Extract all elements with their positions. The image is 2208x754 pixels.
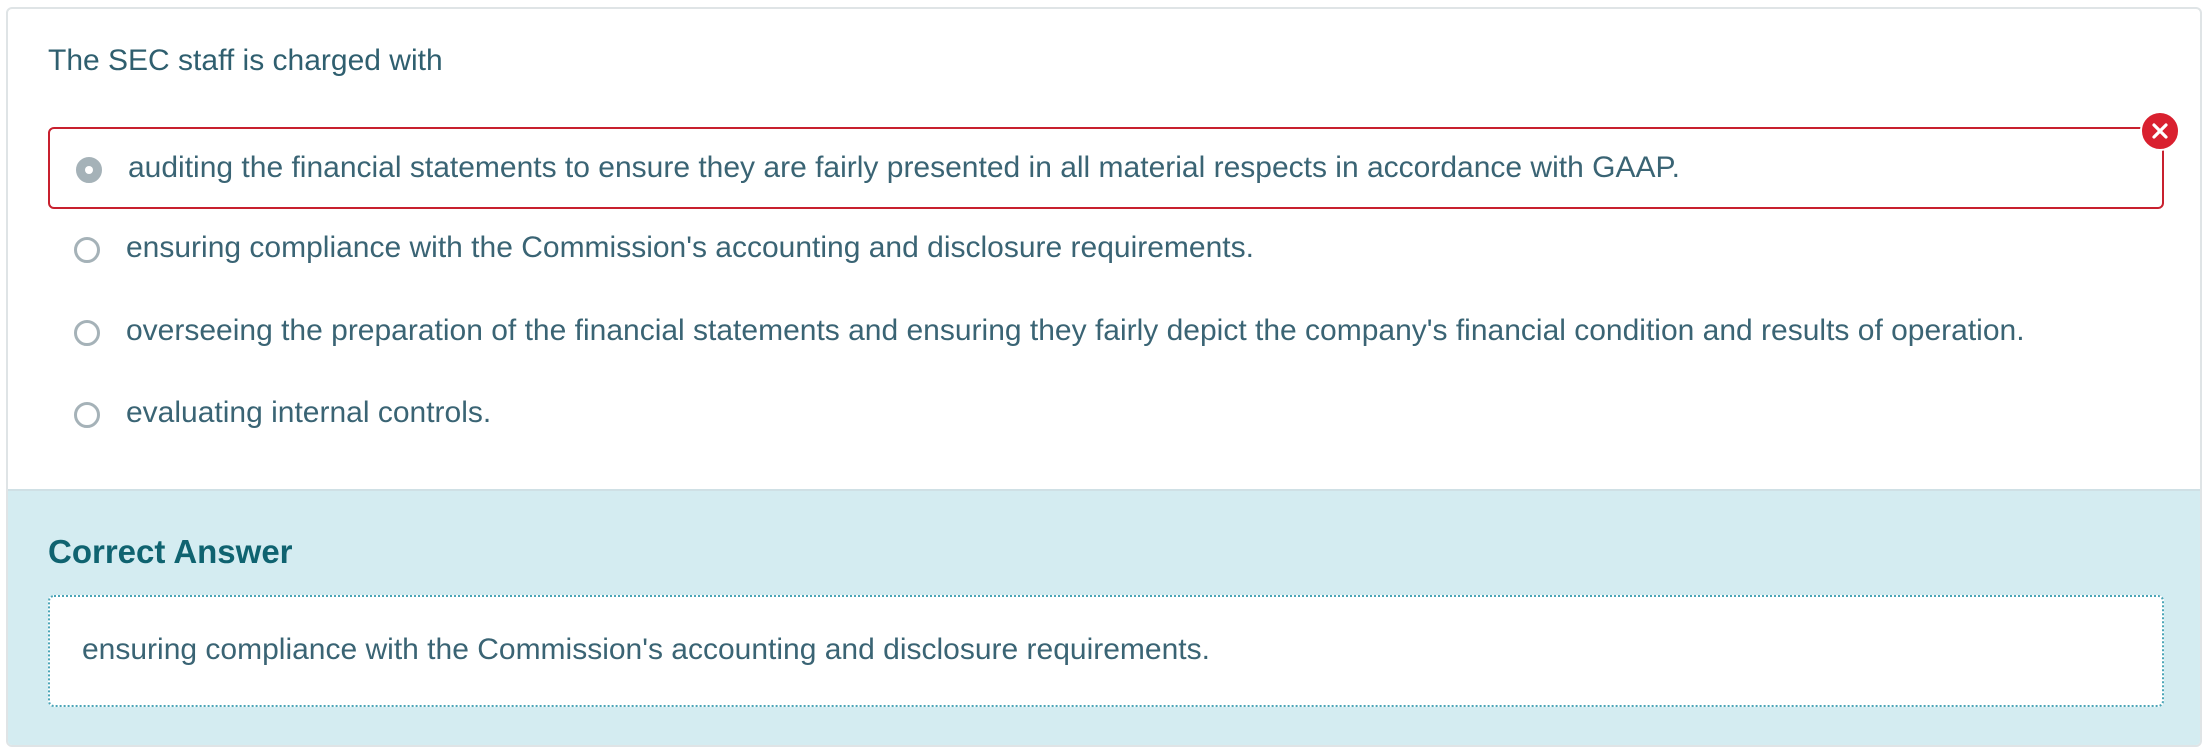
correct-answer-panel: Correct Answer ensuring compliance with …	[8, 489, 2200, 745]
question-prompt: The SEC staff is charged with	[48, 44, 443, 77]
correct-answer-heading: Correct Answer	[48, 533, 293, 570]
question-card: The SEC staff is charged with auditing t…	[6, 7, 2202, 747]
answer-option-label: evaluating internal controls.	[126, 396, 492, 429]
answer-option-label: overseeing the preparation of the financ…	[126, 314, 2025, 347]
answer-option-label: ensuring compliance with the Commission'…	[126, 231, 1254, 264]
question-area: The SEC staff is charged with auditing t…	[8, 9, 2200, 489]
radio-unchecked-icon[interactable]	[74, 237, 100, 263]
answer-option-3[interactable]: overseeing the preparation of the financ…	[48, 292, 2164, 374]
answer-option-label: auditing the financial statements to ens…	[128, 151, 1680, 184]
correct-answer-text: ensuring compliance with the Commission'…	[82, 633, 1210, 666]
correct-answer-box: ensuring compliance with the Commission'…	[48, 595, 2164, 707]
radio-checked-icon[interactable]	[76, 157, 102, 183]
x-circle-icon	[2140, 111, 2180, 151]
radio-unchecked-icon[interactable]	[74, 320, 100, 346]
answer-option-1[interactable]: auditing the financial statements to ens…	[48, 111, 2180, 209]
answer-option-4[interactable]: evaluating internal controls.	[48, 374, 2164, 456]
answer-option-2[interactable]: ensuring compliance with the Commission'…	[48, 209, 2164, 291]
radio-unchecked-icon[interactable]	[74, 402, 100, 428]
